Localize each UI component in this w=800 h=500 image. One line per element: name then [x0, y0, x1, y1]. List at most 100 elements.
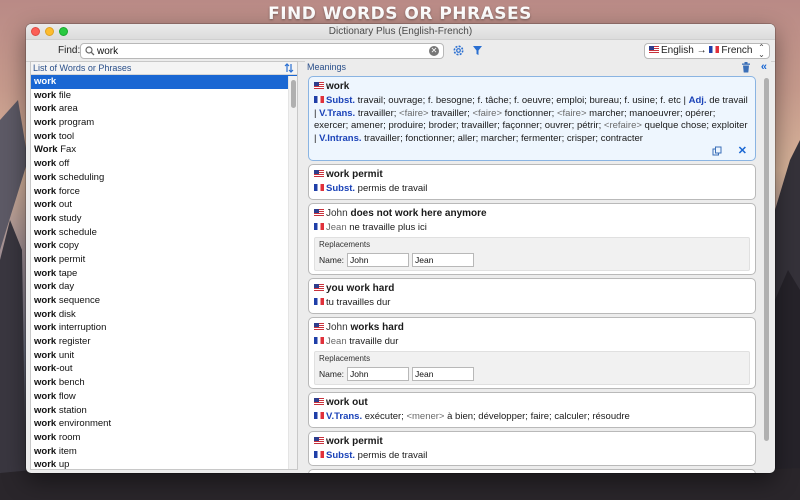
meaning-card[interactable]: work Subst. travail; ouvrage; f. besogne;… — [308, 76, 756, 161]
list-item[interactable]: work out — [31, 198, 297, 212]
list-item[interactable]: work environment — [31, 417, 297, 431]
scrollbar-thumb[interactable] — [764, 78, 769, 441]
list-item-rest: up — [56, 459, 70, 471]
list-item-rest: interruption — [56, 322, 107, 334]
translation-line: Jean ne travaille plus ici — [314, 222, 750, 235]
scrollbar-thumb[interactable] — [291, 80, 296, 108]
copy-icon[interactable] — [712, 146, 722, 156]
replacement-row: Name: — [319, 253, 745, 267]
meanings-scrollbar[interactable] — [761, 75, 771, 470]
part-of-speech: V.Trans. — [319, 107, 356, 119]
us-flag-icon — [649, 46, 659, 53]
list-item-match: work — [34, 267, 57, 279]
search-input[interactable] — [97, 45, 417, 57]
list-item-rest: area — [56, 103, 78, 115]
lang-from: English — [661, 45, 694, 56]
language-select[interactable]: English → French ⌃ ⌄ — [644, 43, 770, 59]
list-item[interactable]: work up — [31, 458, 297, 472]
title-phrase: work out — [326, 397, 368, 408]
replacement-from-input[interactable] — [347, 253, 410, 267]
list-item-rest: permit — [56, 253, 86, 265]
clear-icon[interactable]: ✕ — [429, 46, 439, 56]
lang-to: French — [721, 45, 753, 56]
collapse-icon[interactable]: « — [761, 61, 767, 74]
list-item[interactable]: work area — [31, 102, 297, 116]
list-item-rest: schedule — [56, 226, 97, 238]
sort-icon[interactable] — [284, 63, 294, 73]
list-item[interactable]: work-out — [31, 362, 297, 376]
list-item-match: work — [34, 445, 57, 457]
meaning-card[interactable]: work permit Subst. permis de travail — [308, 164, 756, 200]
list-item[interactable]: work tape — [31, 267, 297, 281]
list-item[interactable]: work copy — [31, 239, 297, 253]
list-item[interactable]: work — [31, 75, 297, 89]
replacements-box: Replacements Name: — [314, 351, 750, 385]
title-phrase: you work hard — [326, 283, 395, 294]
list-item[interactable]: work flow — [31, 390, 297, 404]
list-item[interactable]: work interruption — [31, 321, 297, 335]
list-item-match: work — [34, 76, 57, 87]
title-variable: John — [326, 207, 351, 219]
word-list: work work file work area work program work t… — [31, 75, 297, 472]
list-item-match: Work — [34, 144, 58, 156]
list-item-rest: item — [56, 445, 77, 457]
meaning-card[interactable]: you work hard tu travailles dur — [308, 278, 756, 314]
list-item-match: work — [34, 390, 57, 402]
list-item[interactable]: work bench — [31, 376, 297, 390]
list-item[interactable]: work force — [31, 185, 297, 199]
list-item[interactable]: work day — [31, 280, 297, 294]
close-icon[interactable]: ✕ — [738, 144, 747, 157]
list-item[interactable]: work unit — [31, 349, 297, 363]
replacement-from-input[interactable] — [347, 367, 410, 381]
app-window: Dictionary Plus (English-French) Find: ✕… — [26, 24, 775, 473]
translation-line: V.Trans. exécuter; <mener> à bien; dével… — [314, 411, 750, 424]
meaning-card[interactable]: work out V.Trans. exécuter; <mener> à bie… — [308, 392, 756, 428]
replacement-to-input[interactable] — [412, 253, 475, 267]
list-item[interactable]: work file — [31, 89, 297, 103]
close-window-button[interactable] — [31, 27, 40, 36]
card-actions: ✕ — [314, 145, 750, 157]
list-item[interactable]: work room — [31, 431, 297, 445]
meaning-card[interactable]: John does not work here anymore Jean ne t… — [308, 202, 756, 275]
card-title: John does not work here anymore — [314, 207, 750, 220]
list-item[interactable]: work tool — [31, 130, 297, 144]
list-item[interactable]: work station — [31, 404, 297, 418]
replacement-to-input[interactable] — [412, 367, 475, 381]
list-item[interactable]: work off — [31, 157, 297, 171]
part-of-speech: V.Trans. — [326, 411, 363, 422]
translation-line: Subst. permis de travail — [314, 450, 750, 463]
list-item[interactable]: work register — [31, 335, 297, 349]
promo-banner: FIND WORDS OR PHRASES — [268, 4, 532, 24]
meaning-card[interactable]: work permit Subst. permis de travail — [308, 430, 756, 466]
context-term: <faire> — [556, 107, 587, 119]
translation-text: à bien; développer; faire; calculer; rés… — [444, 411, 630, 422]
list-item[interactable]: Work Fax — [31, 143, 297, 157]
list-item[interactable]: work study — [31, 212, 297, 226]
list-item[interactable]: work program — [31, 116, 297, 130]
word-list-scrollbar[interactable] — [288, 76, 297, 469]
context-term: <refaire> — [603, 120, 642, 131]
window-controls — [31, 27, 68, 36]
title-phrase: work permit — [326, 169, 383, 180]
filter-icon[interactable] — [472, 45, 483, 56]
list-item-rest: copy — [56, 240, 79, 252]
context-term: <faire> — [399, 107, 429, 119]
trash-icon[interactable] — [741, 62, 751, 73]
meaning-card[interactable]: John works hard Jean travaille dur Replace… — [308, 316, 756, 389]
zoom-window-button[interactable] — [59, 27, 68, 36]
list-item[interactable]: work disk — [31, 308, 297, 322]
list-item[interactable]: work schedule — [31, 226, 297, 240]
list-item[interactable]: work item — [31, 445, 297, 459]
us-flag-icon — [314, 284, 324, 291]
translation-text: permis de travail — [355, 449, 428, 461]
list-item[interactable]: work permit — [31, 253, 297, 267]
minimize-window-button[interactable] — [45, 27, 54, 36]
search-field[interactable]: ✕ — [80, 43, 444, 59]
list-item[interactable]: work scheduling — [31, 171, 297, 185]
list-item[interactable]: work sequence — [31, 294, 297, 308]
gear-icon[interactable] — [452, 44, 465, 57]
card-title: you work hard — [314, 282, 750, 295]
part-of-speech: Adj. — [688, 95, 707, 106]
list-item-match: work — [34, 226, 57, 238]
card-title: work — [314, 80, 750, 93]
